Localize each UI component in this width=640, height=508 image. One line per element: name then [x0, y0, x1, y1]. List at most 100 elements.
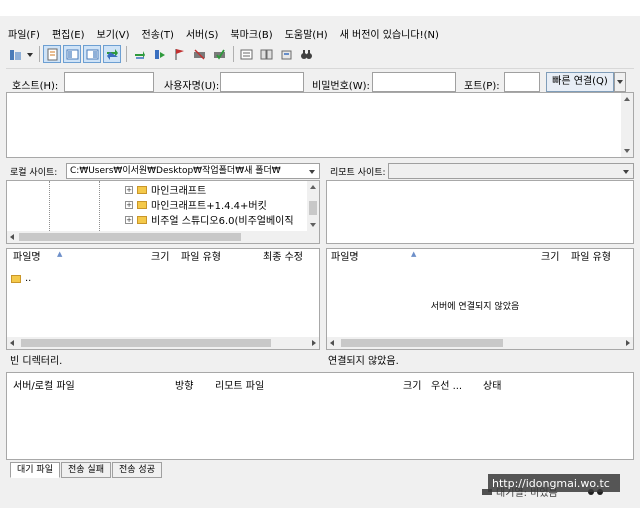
toggle-local-tree-button[interactable] — [63, 45, 81, 63]
tab-failed-transfers[interactable]: 전송 실패 — [61, 462, 111, 478]
scroll-up-icon[interactable] — [624, 97, 630, 101]
remote-list-hscrollbar[interactable] — [327, 337, 633, 349]
chevron-down-icon — [617, 80, 623, 84]
column-filename[interactable]: 파일명 — [331, 249, 359, 267]
toolbar-separator — [126, 46, 127, 62]
local-tree-vscrollbar[interactable] — [307, 181, 319, 231]
scroll-thumb[interactable] — [19, 233, 241, 241]
scroll-left-icon[interactable] — [10, 234, 14, 240]
host-input[interactable] — [64, 72, 154, 92]
remote-path-combo[interactable] — [388, 163, 634, 179]
expand-icon[interactable]: + — [125, 200, 133, 209]
scroll-right-icon[interactable] — [626, 340, 630, 346]
menu-edit[interactable]: 편집(E) — [52, 26, 85, 41]
chevron-down-icon[interactable] — [309, 170, 315, 174]
tab-successful-transfers[interactable]: 전송 성공 — [112, 462, 162, 478]
tree-node-label: 마인크래프트 — [151, 186, 207, 197]
column-filename[interactable]: 파일명 — [13, 249, 41, 267]
compare-directories-button[interactable] — [257, 45, 275, 63]
menu-transfer[interactable]: 전송(T) — [142, 26, 174, 41]
cancel-operation-button[interactable] — [170, 45, 188, 63]
scroll-left-icon[interactable] — [330, 340, 334, 346]
search-remote-files-button[interactable] — [297, 45, 315, 63]
username-input[interactable] — [220, 72, 304, 92]
toggle-queue-button[interactable] — [103, 45, 121, 63]
column-direction[interactable]: 방향 — [175, 377, 193, 392]
local-list-hscrollbar[interactable] — [7, 337, 319, 349]
menu-server[interactable]: 서버(S) — [186, 26, 219, 41]
quickconnect-history-dropdown[interactable] — [614, 72, 626, 92]
sync-browse-icon — [281, 50, 291, 59]
remote-tree-icon — [86, 49, 98, 59]
scroll-down-icon[interactable] — [624, 149, 630, 153]
local-status: 빈 디렉터리. — [10, 356, 63, 367]
quickconnect-button[interactable]: 빠른 연결(Q) — [546, 72, 614, 92]
filter-icon — [240, 49, 252, 59]
process-queue-button[interactable] — [150, 45, 168, 63]
toggle-log-button[interactable] — [43, 45, 61, 63]
column-priority[interactable]: 우선 ... — [431, 377, 462, 392]
reconnect-button[interactable] — [210, 45, 228, 63]
port-input[interactable] — [504, 72, 540, 92]
chevron-down-icon[interactable] — [623, 170, 629, 174]
column-filetype[interactable]: 파일 유형 — [571, 249, 611, 267]
remote-status: 연결되지 않았음. — [328, 356, 399, 367]
site-manager-dropdown[interactable] — [26, 45, 34, 63]
folder-icon — [137, 215, 147, 224]
scroll-left-icon[interactable] — [10, 340, 14, 346]
synchronized-browsing-button[interactable] — [277, 45, 295, 63]
column-size[interactable]: 크기 — [541, 249, 559, 267]
menu-view[interactable]: 보기(V) — [97, 26, 130, 41]
column-filetype[interactable]: 파일 유형 — [181, 249, 221, 267]
refresh-button[interactable] — [130, 45, 148, 63]
list-item[interactable]: .. — [11, 273, 31, 284]
directory-listing-filter-button[interactable] — [237, 45, 255, 63]
file-name: .. — [25, 273, 32, 284]
menu-help[interactable]: 도움말(H) — [285, 26, 328, 41]
local-site-label: 로컬 사이트: — [10, 167, 58, 178]
disconnect-icon — [193, 48, 205, 60]
refresh-icon — [134, 50, 145, 59]
scroll-thumb[interactable] — [341, 339, 503, 347]
menu-file[interactable]: 파일(F) — [8, 26, 40, 41]
local-tree-icon — [66, 49, 78, 59]
menu-bookmarks[interactable]: 북마크(B) — [230, 26, 272, 41]
tree-node[interactable]: + 마인크래프트 — [125, 182, 206, 197]
menu-bar: 파일(F) 편집(E) 보기(V) 전송(T) 서버(S) 북마크(B) 도움말… — [0, 24, 640, 42]
flag-icon — [175, 48, 184, 60]
password-input[interactable] — [372, 72, 456, 92]
local-path-combo[interactable]: C:₩Users₩이서원₩Desktop₩작업폴더₩새 폴더₩ — [66, 163, 320, 179]
password-label: 비밀번호(W): — [312, 81, 370, 92]
scroll-down-icon[interactable] — [310, 223, 316, 227]
column-remote-file[interactable]: 리모트 파일 — [215, 377, 264, 392]
column-server-local-file[interactable]: 서버/로컬 파일 — [13, 377, 75, 392]
folder-icon — [11, 274, 21, 283]
column-modified[interactable]: 최종 수정 — [263, 249, 303, 267]
tree-node[interactable]: + 비주얼 스튜디오6.0(비주얼베이직 — [125, 212, 294, 227]
expand-icon[interactable]: + — [125, 185, 133, 194]
expand-icon[interactable]: + — [125, 215, 133, 224]
sort-asc-icon: ▲ — [411, 250, 417, 258]
column-size[interactable]: 크기 — [403, 377, 421, 392]
scroll-up-icon[interactable] — [310, 185, 316, 189]
menu-new-version[interactable]: 새 버전이 있습니다!(N) — [340, 26, 439, 41]
scroll-thumb[interactable] — [21, 339, 271, 347]
toggle-remote-tree-button[interactable] — [83, 45, 101, 63]
tree-guide-line — [99, 181, 100, 231]
column-size[interactable]: 크기 — [151, 249, 169, 267]
sort-asc-icon: ▲ — [57, 250, 63, 258]
message-log-scrollbar[interactable] — [621, 93, 633, 157]
tab-queued-files[interactable]: 대기 파일 — [10, 462, 60, 478]
transfer-queue: 서버/로컬 파일 방향 리모트 파일 크기 우선 ... 상태 — [6, 372, 634, 460]
local-tree-hscrollbar[interactable] — [7, 231, 319, 243]
filezilla-window: 파일(F) 편집(E) 보기(V) 전송(T) 서버(S) 북마크(B) 도움말… — [0, 16, 640, 508]
column-status[interactable]: 상태 — [483, 377, 501, 392]
not-connected-message: 서버에 연결되지 않았음 — [430, 302, 520, 312]
port-label: 포트(P): — [464, 81, 500, 92]
tree-node[interactable]: + 마인크래프트+1.4.4+버킷 — [125, 197, 267, 212]
scroll-thumb[interactable] — [309, 201, 317, 215]
disconnect-button[interactable] — [190, 45, 208, 63]
site-manager-button[interactable] — [6, 45, 24, 63]
remote-directory-tree — [326, 180, 634, 244]
scroll-right-icon[interactable] — [312, 340, 316, 346]
